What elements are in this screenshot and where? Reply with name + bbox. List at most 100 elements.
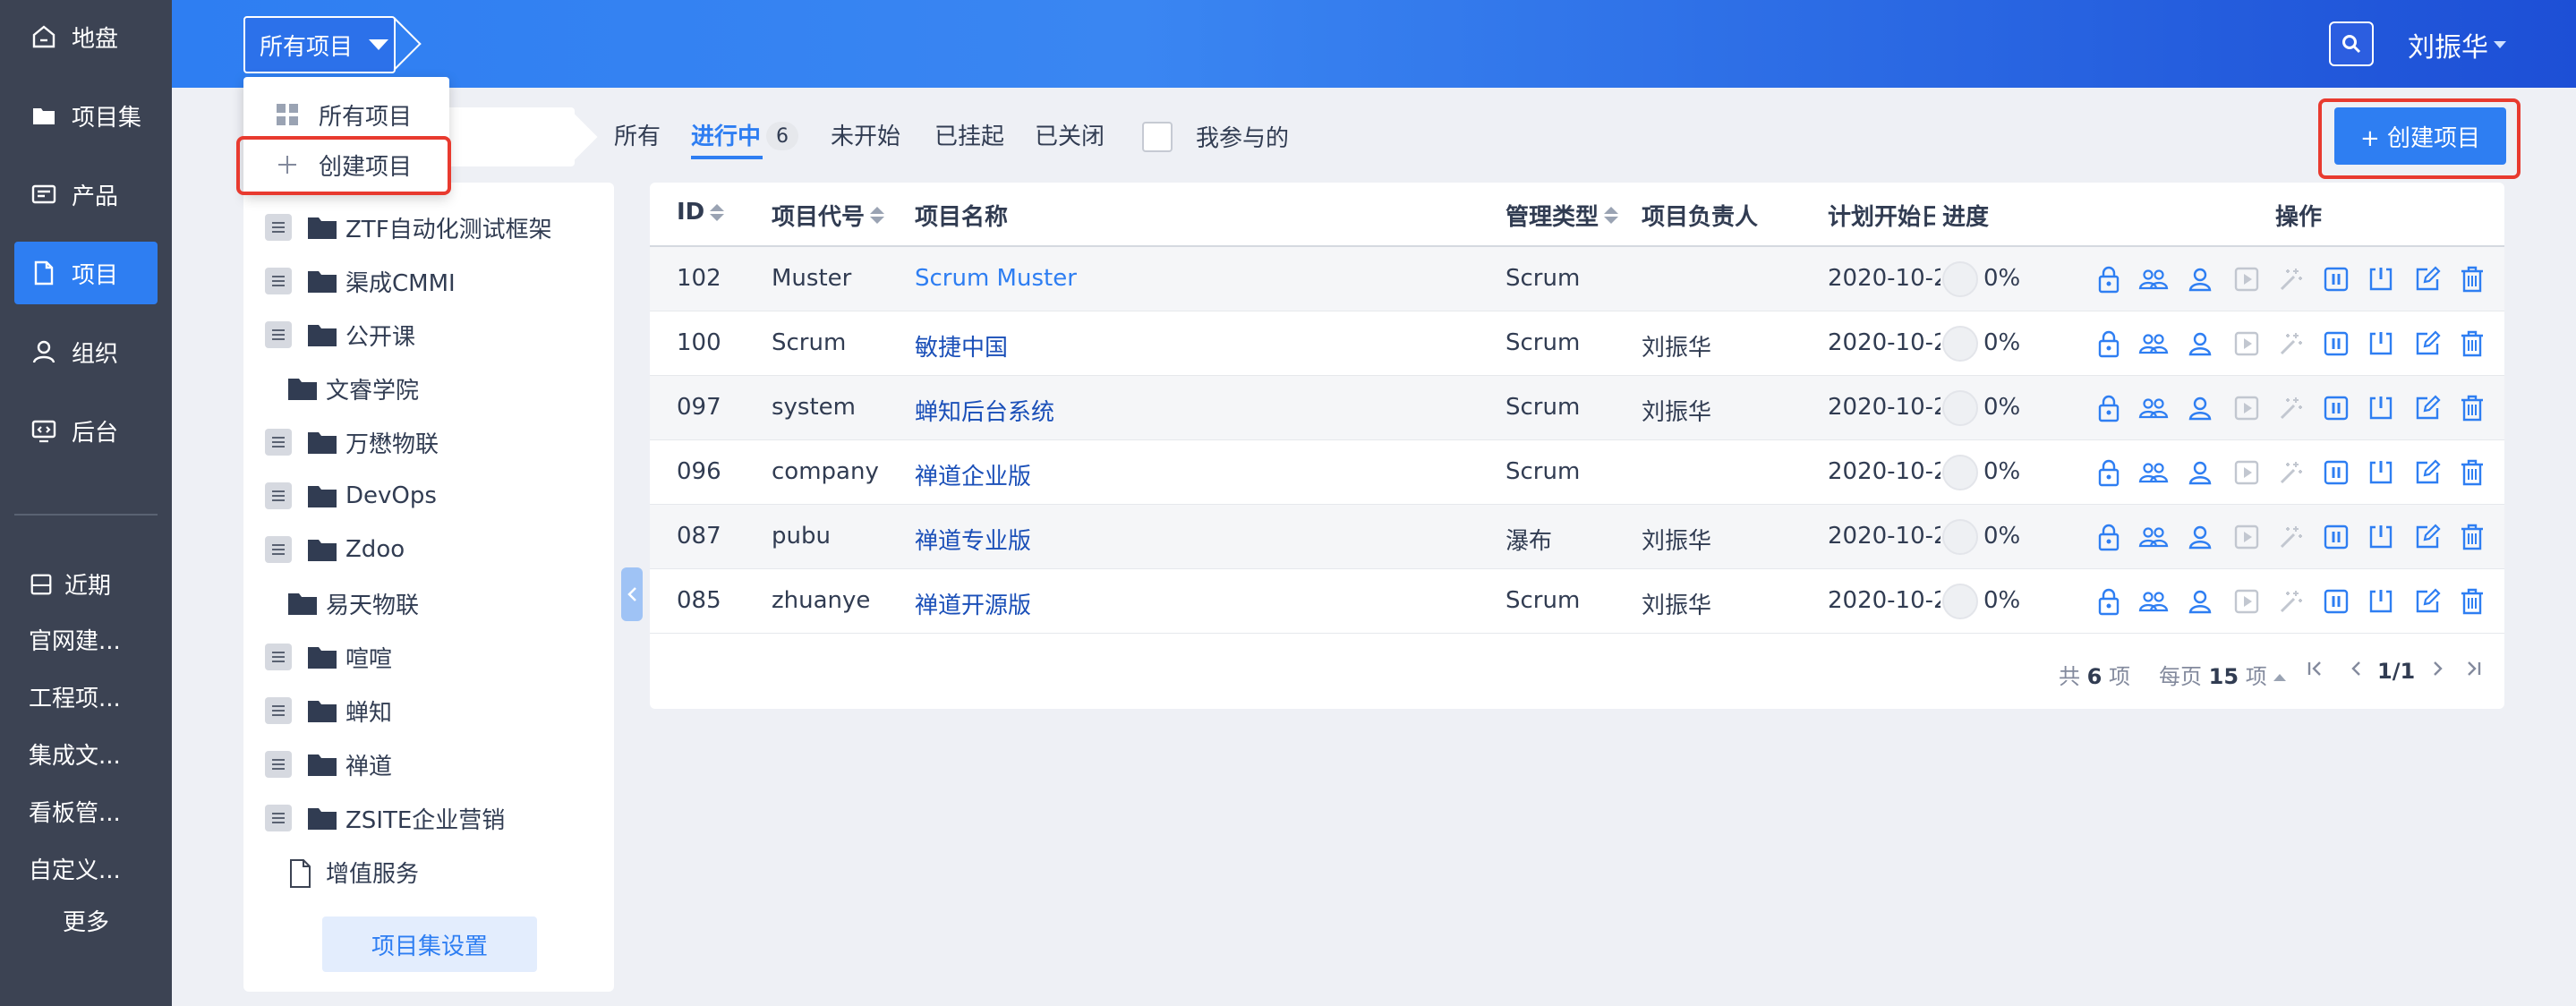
pause-action-button[interactable] [2320, 328, 2352, 360]
recent-item[interactable]: 官网建... [29, 623, 121, 656]
close-box-action-button[interactable] [2365, 585, 2397, 618]
recent-item[interactable]: 看板管... [29, 795, 121, 828]
pager-per-page[interactable]: 每页 15 项 [2159, 659, 2287, 690]
lock-action-button[interactable] [2093, 585, 2125, 618]
next-page-button[interactable] [2427, 659, 2447, 684]
project-switcher[interactable]: 所有项目 [243, 16, 396, 73]
edit-action-button[interactable] [2411, 328, 2444, 360]
member-action-button[interactable] [2184, 585, 2216, 618]
tree-item[interactable]: 蝉知 [265, 691, 392, 730]
cell-name[interactable]: 禅道企业版 [915, 458, 1031, 491]
magic-wand-action-button[interactable] [2275, 585, 2307, 618]
prev-page-button[interactable] [2347, 659, 2367, 684]
cell-name[interactable]: 敏捷中国 [915, 329, 1008, 362]
trash-action-button[interactable] [2456, 328, 2488, 360]
nav-item-dashboard[interactable]: 地盘 [14, 5, 158, 68]
team-action-button[interactable] [2137, 456, 2170, 489]
column-header-id[interactable]: ID [677, 199, 725, 226]
pause-action-button[interactable] [2320, 263, 2352, 295]
team-action-button[interactable] [2137, 263, 2170, 295]
tree-item[interactable]: 文睿学院 [286, 369, 419, 408]
tree-item[interactable]: 万懋物联 [265, 422, 439, 462]
search-button[interactable] [2329, 21, 2374, 66]
dropdown-item-all-projects[interactable]: 所有项目 [243, 90, 449, 140]
member-action-button[interactable] [2184, 263, 2216, 295]
column-header-type[interactable]: 管理类型 [1506, 199, 1619, 232]
tree-item[interactable]: 喧喧 [265, 637, 392, 677]
magic-wand-action-button[interactable] [2275, 263, 2307, 295]
trash-action-button[interactable] [2456, 456, 2488, 489]
tree-item[interactable]: 公开课 [265, 315, 415, 354]
magic-wand-action-button[interactable] [2275, 392, 2307, 424]
column-header-progress[interactable]: 进度 [1942, 199, 1989, 232]
cell-name[interactable]: Scrum Muster [915, 265, 1077, 292]
lock-action-button[interactable] [2093, 392, 2125, 424]
member-action-button[interactable] [2184, 392, 2216, 424]
nav-item-products[interactable]: 产品 [14, 163, 158, 226]
pause-action-button[interactable] [2320, 521, 2352, 553]
recent-item[interactable]: 自定义... [29, 852, 121, 885]
edit-action-button[interactable] [2411, 456, 2444, 489]
lock-action-button[interactable] [2093, 456, 2125, 489]
member-action-button[interactable] [2184, 456, 2216, 489]
edit-action-button[interactable] [2411, 392, 2444, 424]
tree-item[interactable]: 渠成CMMI [265, 261, 456, 301]
tree-item[interactable]: 禅道 [265, 745, 392, 784]
tree-item[interactable]: Zdoo [265, 530, 405, 569]
program-settings-button[interactable]: 项目集设置 [322, 916, 537, 972]
magic-wand-action-button[interactable] [2275, 521, 2307, 553]
tab-closed[interactable]: 已关闭 [1035, 118, 1105, 151]
pause-action-button[interactable] [2320, 585, 2352, 618]
close-box-action-button[interactable] [2365, 392, 2397, 424]
team-action-button[interactable] [2137, 521, 2170, 553]
user-menu[interactable]: 刘振华 [2408, 25, 2506, 64]
trash-action-button[interactable] [2456, 263, 2488, 295]
column-header-owner[interactable]: 项目负责人 [1642, 199, 1758, 232]
tree-item[interactable]: DevOps [265, 476, 437, 516]
lock-action-button[interactable] [2093, 263, 2125, 295]
close-box-action-button[interactable] [2365, 263, 2397, 295]
cell-name[interactable]: 蝉知后台系统 [915, 394, 1054, 427]
play-action-button[interactable] [2231, 521, 2263, 553]
nav-item-programs[interactable]: 项目集 [14, 84, 158, 147]
tree-item[interactable]: ZSITE企业营销 [265, 798, 505, 838]
lock-action-button[interactable] [2093, 328, 2125, 360]
trash-action-button[interactable] [2456, 585, 2488, 618]
edit-action-button[interactable] [2411, 263, 2444, 295]
first-page-button[interactable] [2306, 659, 2325, 684]
column-header-code[interactable]: 项目代号 [772, 199, 885, 232]
play-action-button[interactable] [2231, 263, 2263, 295]
column-header-name[interactable]: 项目名称 [915, 199, 1008, 232]
recent-item[interactable]: 工程项... [29, 680, 121, 713]
magic-wand-action-button[interactable] [2275, 328, 2307, 360]
close-box-action-button[interactable] [2365, 521, 2397, 553]
trash-action-button[interactable] [2456, 521, 2488, 553]
team-action-button[interactable] [2137, 392, 2170, 424]
close-box-action-button[interactable] [2365, 328, 2397, 360]
cell-name[interactable]: 禅道专业版 [915, 523, 1031, 556]
pause-action-button[interactable] [2320, 456, 2352, 489]
collapse-sidebar-handle[interactable] [621, 567, 643, 621]
tab-suspended[interactable]: 已挂起 [934, 118, 1004, 151]
play-action-button[interactable] [2231, 456, 2263, 489]
magic-wand-action-button[interactable] [2275, 456, 2307, 489]
involved-checkbox[interactable] [1142, 122, 1173, 152]
play-action-button[interactable] [2231, 585, 2263, 618]
nav-more-link[interactable]: 更多 [63, 904, 109, 937]
nav-item-organization[interactable]: 组织 [14, 320, 158, 383]
nav-item-projects[interactable]: 项目 [14, 242, 158, 304]
tab-doing[interactable]: 进行中 [691, 118, 761, 151]
member-action-button[interactable] [2184, 521, 2216, 553]
last-page-button[interactable] [2463, 659, 2483, 684]
pause-action-button[interactable] [2320, 392, 2352, 424]
lock-action-button[interactable] [2093, 521, 2125, 553]
tab-wait[interactable]: 未开始 [831, 118, 900, 151]
tree-item[interactable]: ZTF自动化测试框架 [265, 208, 552, 247]
play-action-button[interactable] [2231, 328, 2263, 360]
team-action-button[interactable] [2137, 585, 2170, 618]
close-box-action-button[interactable] [2365, 456, 2397, 489]
team-action-button[interactable] [2137, 328, 2170, 360]
tree-item[interactable]: 增值服务 [286, 852, 419, 891]
play-action-button[interactable] [2231, 392, 2263, 424]
member-action-button[interactable] [2184, 328, 2216, 360]
